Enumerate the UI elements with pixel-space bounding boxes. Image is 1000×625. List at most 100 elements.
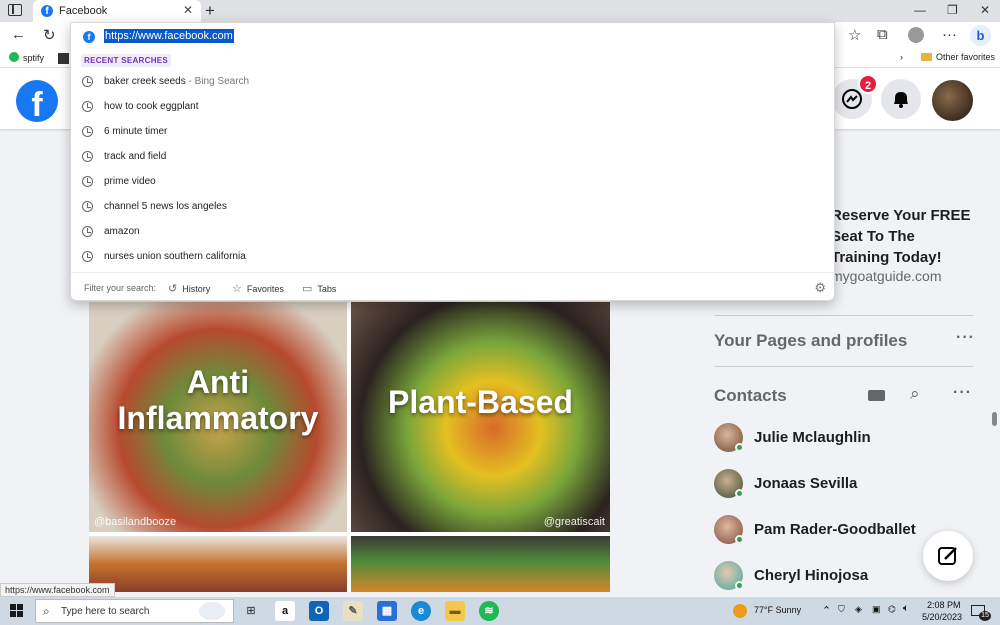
tray-app-icon[interactable]: ◈ bbox=[855, 604, 862, 615]
tab-facebook[interactable]: f Facebook ✕ bbox=[33, 0, 201, 22]
facebook-logo[interactable]: f bbox=[16, 80, 58, 124]
app-icon[interactable]: ✎ bbox=[343, 601, 363, 621]
network-icon[interactable]: ⌬ bbox=[888, 604, 896, 615]
edge-icon[interactable]: e bbox=[411, 601, 431, 621]
pages-more-icon[interactable]: ··· bbox=[956, 329, 975, 347]
tray-app-icon[interactable]: ⛉ bbox=[838, 604, 845, 615]
contact-item[interactable]: Jonaas Sevilla bbox=[714, 467, 964, 503]
history-icon bbox=[82, 151, 93, 162]
sun-icon bbox=[733, 604, 747, 618]
history-icon bbox=[82, 76, 93, 87]
new-message-button[interactable] bbox=[923, 531, 973, 581]
store-icon[interactable]: ▦ bbox=[377, 601, 397, 621]
suggestion-item[interactable]: amazon bbox=[71, 220, 836, 245]
outlook-icon[interactable]: O bbox=[309, 601, 329, 621]
windows-start-icon[interactable] bbox=[10, 604, 23, 617]
clock-time[interactable]: 2:08 PM bbox=[927, 600, 961, 610]
account-avatar[interactable] bbox=[932, 80, 973, 121]
suggestion-item[interactable]: nurses union southern california bbox=[71, 245, 836, 270]
recent-searches-heading: RECENT SEARCHES bbox=[81, 54, 172, 67]
weather-text[interactable]: 77°F Sunny bbox=[754, 605, 801, 615]
suggestion-item[interactable]: 6 minute timer bbox=[71, 120, 836, 145]
tab-close-icon[interactable]: ✕ bbox=[183, 3, 193, 17]
compose-icon bbox=[938, 547, 957, 565]
contact-name: Julie Mclaughlin bbox=[754, 429, 871, 446]
refresh-icon[interactable]: ↻ bbox=[43, 26, 56, 44]
filter-tabs-button[interactable]: ▭ Tabs bbox=[302, 282, 336, 295]
facebook-favicon-icon: f bbox=[83, 31, 95, 43]
history-icon bbox=[82, 101, 93, 112]
online-indicator bbox=[735, 535, 744, 544]
address-input[interactable]: https://www.facebook.com bbox=[104, 29, 234, 43]
bottom-left-image bbox=[89, 536, 347, 592]
plant-based-label: Plant-Based bbox=[388, 384, 573, 420]
taskbar-search[interactable]: ⌕ Type here to search bbox=[35, 599, 234, 623]
search-highlight-icon bbox=[199, 602, 225, 620]
post-image[interactable]: Anti Inflammatory @basilandbooze Plant-B… bbox=[89, 302, 610, 592]
sponsored-url[interactable]: mygoatguide.com bbox=[831, 268, 942, 284]
bookmark-sptify[interactable]: sptify bbox=[9, 52, 44, 63]
status-bar-url: https://www.facebook.com bbox=[0, 583, 115, 597]
task-view-icon[interactable]: ⊞ bbox=[241, 601, 261, 621]
contact-name: Jonaas Sevilla bbox=[754, 475, 858, 492]
pages-title: Your Pages and profiles bbox=[714, 331, 908, 350]
more-menu-icon[interactable]: ··· bbox=[942, 26, 957, 43]
back-icon[interactable]: ← bbox=[11, 26, 26, 43]
collections-icon[interactable]: ⧉ bbox=[877, 26, 888, 43]
close-window-button[interactable]: ✕ bbox=[980, 3, 990, 17]
anti-inflammatory-image: Anti Inflammatory @basilandbooze bbox=[89, 302, 347, 532]
suggestion-item[interactable]: prime video bbox=[71, 170, 836, 195]
new-tab-button[interactable]: + bbox=[205, 1, 215, 21]
contact-item[interactable]: Julie Mclaughlin bbox=[714, 421, 964, 457]
maximize-button[interactable]: ❐ bbox=[947, 3, 958, 17]
divider bbox=[714, 366, 973, 367]
history-icon bbox=[82, 251, 93, 262]
bottom-right-image bbox=[351, 536, 610, 592]
spotify-icon bbox=[9, 52, 19, 62]
bing-chat-icon[interactable]: b bbox=[970, 25, 991, 46]
bookmark-icon[interactable] bbox=[58, 53, 69, 64]
contacts-title: Contacts bbox=[714, 386, 787, 405]
spotify-icon[interactable]: ≋ bbox=[479, 601, 499, 621]
notifications-button[interactable] bbox=[881, 79, 921, 119]
page-scrollbar[interactable] bbox=[992, 412, 997, 426]
amazon-icon[interactable]: a bbox=[275, 601, 295, 621]
sponsored-headline[interactable]: Reserve Your FREE Seat To The Training T… bbox=[831, 205, 971, 268]
video-call-icon[interactable] bbox=[868, 390, 885, 401]
minimize-button[interactable]: — bbox=[914, 3, 926, 17]
history-icon bbox=[82, 201, 93, 212]
history-icon bbox=[82, 226, 93, 237]
file-explorer-icon[interactable]: ▬ bbox=[445, 601, 465, 621]
contact-name: Cheryl Hinojosa bbox=[754, 567, 869, 584]
tray-app-icon[interactable]: ▣ bbox=[872, 604, 881, 615]
history-icon: ↺ bbox=[168, 283, 178, 295]
favorites-star-icon[interactable]: ☆ bbox=[848, 26, 861, 44]
filter-history-button[interactable]: ↺ History bbox=[168, 282, 210, 295]
suggestion-item[interactable]: baker creek seeds - Bing Search bbox=[71, 70, 836, 95]
suggestion-item[interactable]: track and field bbox=[71, 145, 836, 170]
volume-icon[interactable]: 🔈︎ bbox=[903, 603, 909, 614]
online-indicator bbox=[735, 581, 744, 590]
bookmarks-overflow-icon[interactable]: › bbox=[900, 52, 903, 62]
suggestion-item[interactable]: channel 5 news los angeles bbox=[71, 195, 836, 220]
online-indicator bbox=[735, 443, 744, 452]
history-icon bbox=[82, 176, 93, 187]
bookmark-other-favorites[interactable]: Other favorites bbox=[921, 52, 995, 62]
tray-chevron-icon[interactable]: ⌃ bbox=[822, 604, 831, 617]
contacts-search-icon[interactable]: ⌕ bbox=[910, 384, 920, 404]
search-icon: ⌕ bbox=[43, 604, 50, 618]
filter-favorites-button[interactable]: ☆ Favorites bbox=[232, 282, 284, 295]
contacts-more-icon[interactable]: ··· bbox=[953, 384, 972, 402]
taskbar-search-text: Type here to search bbox=[61, 606, 150, 617]
gear-icon[interactable]: ⚙ bbox=[814, 280, 826, 296]
messenger-badge: 2 bbox=[858, 74, 878, 94]
profile-icon[interactable] bbox=[908, 27, 924, 43]
filter-bar: Filter your search: ↺ History ☆ Favorites … bbox=[71, 272, 836, 301]
facebook-favicon-icon: f bbox=[41, 5, 53, 17]
filter-label: Filter your search: bbox=[84, 283, 157, 293]
suggestion-item[interactable]: how to cook eggplant bbox=[71, 95, 836, 120]
clock-date[interactable]: 5/20/2023 bbox=[922, 612, 962, 622]
anti-inflammatory-label: Anti Inflammatory bbox=[117, 364, 319, 436]
address-bar-dropdown: f https://www.facebook.com RECENT SEARCH… bbox=[70, 22, 836, 301]
tab-actions-icon[interactable] bbox=[8, 4, 22, 16]
